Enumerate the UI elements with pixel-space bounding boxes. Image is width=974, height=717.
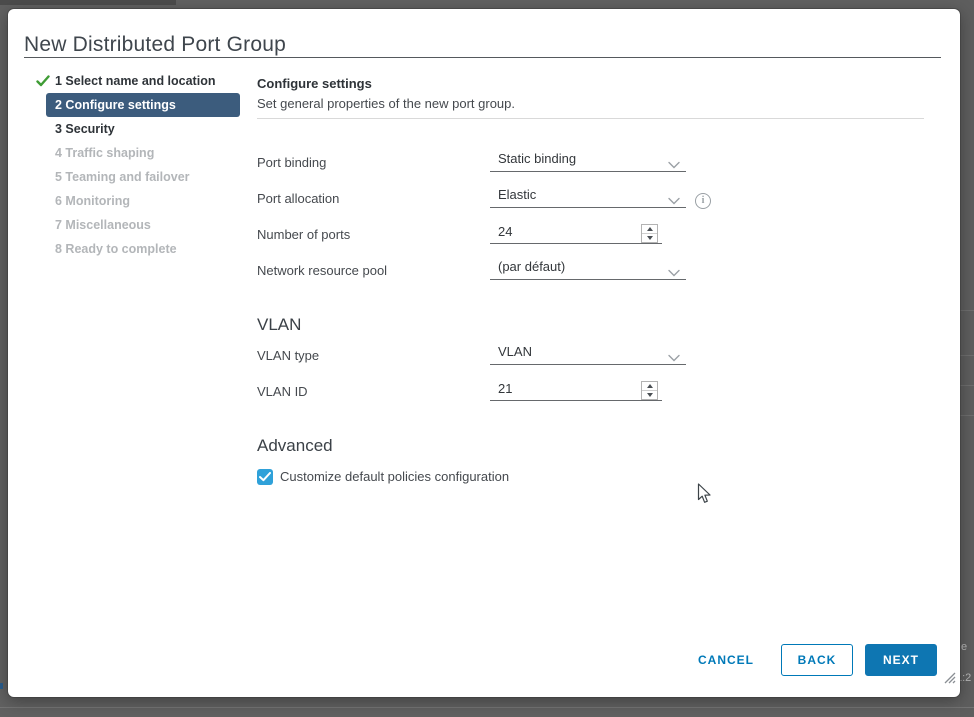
number-of-ports-stepper <box>641 224 658 243</box>
background-topbar <box>0 0 176 5</box>
step-traffic-shaping: 4 Traffic shaping <box>8 141 254 165</box>
step-teaming-and-failover: 5 Teaming and failover <box>8 165 254 189</box>
pane-subheading: Set general properties of the new port g… <box>257 96 515 112</box>
background-bottom-divider <box>0 707 974 708</box>
vlan-type-value: VLAN <box>498 344 532 359</box>
chevron-down-icon <box>668 349 680 357</box>
new-distributed-port-group-dialog: New Distributed Port Group 1 Select name… <box>8 9 960 697</box>
background-blue-fragment <box>0 683 3 689</box>
vlan-id-label: VLAN ID <box>257 383 308 401</box>
wizard-steps: 1 Select name and location 2 Configure s… <box>8 69 254 261</box>
step-ready-to-complete: 8 Ready to complete <box>8 237 254 261</box>
next-button[interactable]: NEXT <box>865 644 937 676</box>
step-label: 6 Monitoring <box>55 194 130 208</box>
network-resource-pool-value: (par défaut) <box>498 259 565 274</box>
network-resource-pool-select[interactable]: (par défaut) <box>490 253 686 280</box>
background-row-divider <box>960 415 974 416</box>
title-divider <box>24 57 941 58</box>
step-label: 5 Teaming and failover <box>55 170 190 184</box>
step-configure-settings[interactable]: 2 Configure settings <box>46 93 240 117</box>
resize-grip[interactable] <box>944 671 956 683</box>
step-monitoring: 6 Monitoring <box>8 189 254 213</box>
info-icon[interactable]: i <box>695 193 711 209</box>
port-allocation-value: Elastic <box>498 187 536 202</box>
port-allocation-label: Port allocation <box>257 190 339 208</box>
stepper-down-button[interactable] <box>642 234 657 242</box>
network-resource-pool-label: Network resource pool <box>257 262 387 280</box>
background-row-divider <box>960 355 974 356</box>
port-binding-value: Static binding <box>498 151 576 166</box>
chevron-down-icon <box>668 156 680 164</box>
chevron-down-icon <box>668 264 680 272</box>
step-label: 1 Select name and location <box>55 74 215 88</box>
pane-heading: Configure settings <box>257 76 372 92</box>
chevron-down-icon <box>668 192 680 200</box>
port-binding-select[interactable]: Static binding <box>490 145 686 172</box>
background-right-strip <box>960 0 974 717</box>
check-icon <box>36 74 50 88</box>
step-label: 4 Traffic shaping <box>55 146 154 160</box>
vlan-section-heading: VLAN <box>257 314 301 336</box>
step-label: 3 Security <box>55 122 115 136</box>
port-allocation-select[interactable]: Elastic <box>490 181 686 208</box>
customize-policies-label: Customize default policies configuration <box>280 468 509 486</box>
pane-divider <box>257 118 924 119</box>
advanced-section-heading: Advanced <box>257 435 333 457</box>
step-label: 2 Configure settings <box>55 98 176 112</box>
dialog-title: New Distributed Port Group <box>24 33 286 57</box>
stepper-up-button[interactable] <box>642 225 657 234</box>
vlan-type-select[interactable]: VLAN <box>490 338 686 365</box>
background-text-fragment: e <box>961 641 967 653</box>
number-of-ports-label: Number of ports <box>257 226 350 244</box>
number-of-ports-input[interactable] <box>498 224 618 239</box>
port-binding-label: Port binding <box>257 154 326 172</box>
back-button[interactable]: BACK <box>781 644 853 676</box>
step-label: 7 Miscellaneous <box>55 218 151 232</box>
vlan-id-input[interactable] <box>498 381 618 396</box>
number-of-ports-field <box>490 218 662 244</box>
background-row-divider <box>960 385 974 386</box>
vlan-id-field <box>490 375 662 401</box>
background-row-divider <box>960 310 974 311</box>
stepper-down-button[interactable] <box>642 391 657 399</box>
vlan-id-stepper <box>641 381 658 400</box>
customize-policies-checkbox[interactable] <box>257 469 273 485</box>
step-label: 8 Ready to complete <box>55 242 177 256</box>
cancel-button[interactable]: CANCEL <box>688 644 764 676</box>
screen: e 1:2 New Distributed Port Group 1 Selec… <box>0 0 974 717</box>
step-security[interactable]: 3 Security <box>8 117 254 141</box>
stepper-up-button[interactable] <box>642 382 657 391</box>
step-miscellaneous: 7 Miscellaneous <box>8 213 254 237</box>
vlan-type-label: VLAN type <box>257 347 319 365</box>
step-select-name-and-location[interactable]: 1 Select name and location <box>8 69 254 93</box>
